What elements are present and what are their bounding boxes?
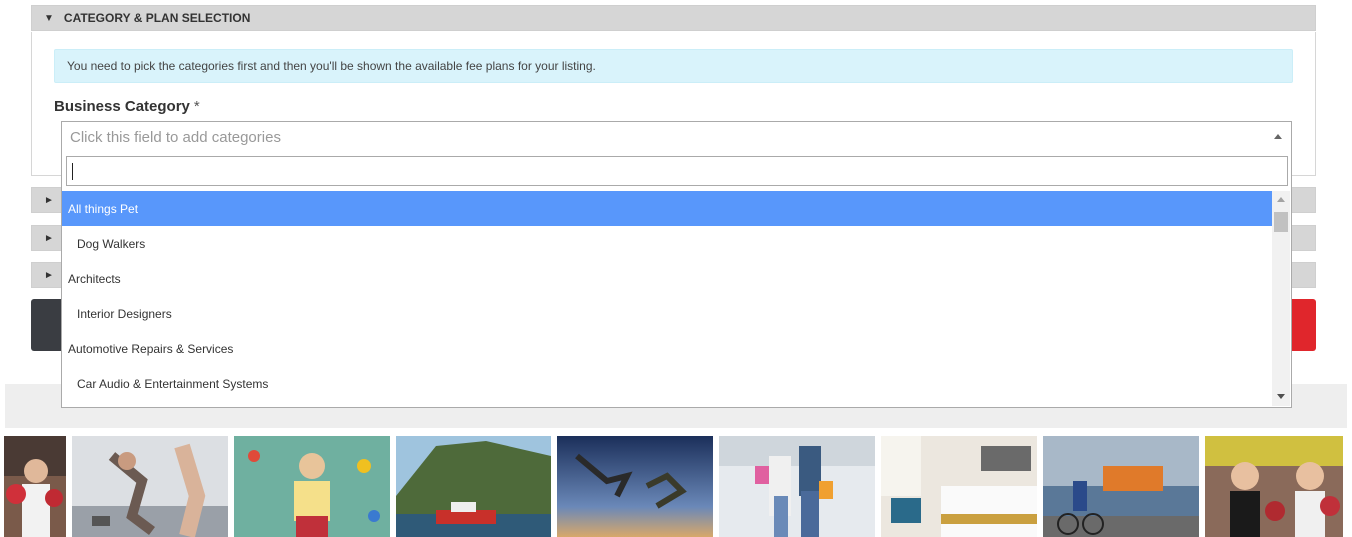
triangle-down-icon: ▼ [44, 12, 54, 24]
coastal-boat-photo [396, 436, 551, 537]
skydivers-photo [557, 436, 713, 537]
boxing-kids-photo [1205, 436, 1343, 537]
triangle-right-icon: ► [44, 232, 54, 244]
dropdown-option[interactable]: Architects [62, 261, 1273, 296]
boxing-girl-photo [4, 436, 66, 537]
shopping-couple-photo [719, 436, 875, 537]
dropdown-option[interactable]: All things Pet [62, 191, 1273, 226]
scroll-thumb[interactable] [1274, 212, 1288, 232]
scroll-down-arrow-icon[interactable] [1277, 394, 1285, 399]
dropdown-option[interactable]: Dog Walkers [62, 226, 1273, 261]
dropdown-options-list: All things Pet Dog Walkers Architects In… [62, 191, 1273, 406]
business-category-select[interactable]: Click this field to add categories [61, 121, 1292, 152]
category-plan-section-header[interactable]: ▼ CATEGORY & PLAN SELECTION [31, 5, 1316, 31]
cyclists-harbour-photo [1043, 436, 1199, 537]
climbing-wall-photo [234, 436, 390, 537]
required-asterisk: * [193, 98, 200, 115]
triangle-right-icon: ► [44, 269, 54, 281]
caret-up-icon [1274, 134, 1282, 139]
business-category-label: Business Category * [54, 98, 200, 115]
triangle-right-icon: ► [44, 194, 54, 206]
info-message: You need to pick the categories first an… [54, 49, 1293, 83]
gym-workout-photo [72, 436, 228, 537]
dropdown-option[interactable]: Automotive Repairs & Services [62, 331, 1273, 366]
dropdown-option[interactable]: Car Audio & Entertainment Systems [62, 366, 1273, 401]
section-title: CATEGORY & PLAN SELECTION [63, 11, 251, 25]
category-dropdown: All things Pet Dog Walkers Architects In… [61, 151, 1292, 408]
dropdown-option[interactable]: Interior Designers [62, 296, 1273, 331]
dropdown-scrollbar[interactable] [1272, 191, 1290, 406]
scroll-up-arrow-icon[interactable] [1277, 197, 1285, 202]
dropdown-search-input[interactable] [66, 156, 1288, 186]
select-placeholder: Click this field to add categories [70, 128, 281, 146]
photo-strip [0, 436, 1352, 537]
hotel-room-photo [881, 436, 1037, 537]
text-cursor [72, 163, 73, 180]
info-message-text: You need to pick the categories first an… [67, 59, 596, 73]
